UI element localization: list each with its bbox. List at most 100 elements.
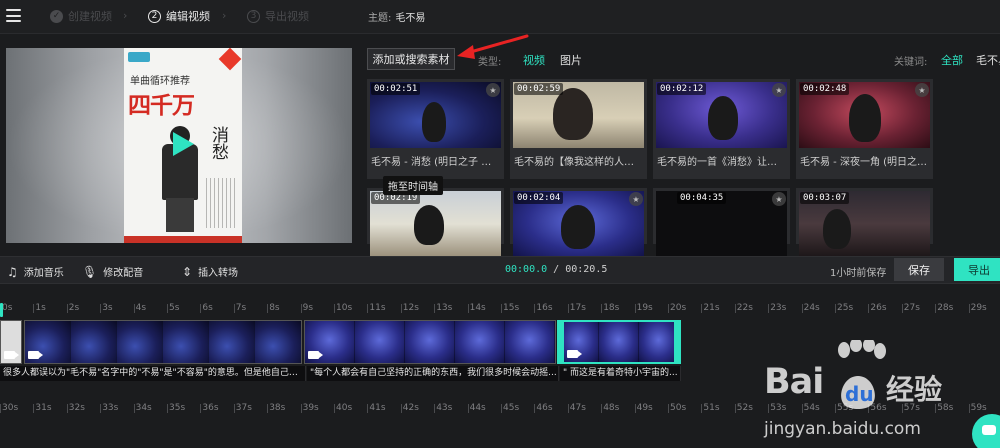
- ruler-tick: 2s: [66, 303, 80, 313]
- ruler-tick: 18s: [601, 303, 620, 313]
- media-card[interactable]: 00:02:04 ★: [510, 188, 647, 257]
- ruler-tick: 54s: [801, 403, 820, 413]
- tab-video[interactable]: 视频: [523, 52, 545, 68]
- edit-voiceover-button[interactable]: 🎙 修改配音: [82, 264, 144, 280]
- play-icon[interactable]: [168, 130, 196, 158]
- music-note-icon: ♫: [7, 264, 18, 279]
- ruler-tick: 23s: [768, 303, 787, 313]
- star-icon[interactable]: ★: [772, 83, 786, 97]
- ruler-tick: 22s: [734, 303, 753, 313]
- playback-time: 00:00.0 / 00:20.5: [505, 264, 607, 275]
- insert-transition-button[interactable]: ⇕ 插入转场: [182, 264, 238, 280]
- subtitle-track: 很多人都误以为"毛不易"名字中的"不易"是"不容易"的意思。但是他自己说：...…: [0, 366, 1000, 381]
- subtitle-segment[interactable]: 很多人都误以为"毛不易"名字中的"不易"是"不容易"的意思。但是他自己说：...: [0, 366, 306, 381]
- watermark-url: jingyan.baidu.com: [764, 419, 921, 439]
- media-card[interactable]: 00:03:07: [796, 188, 933, 257]
- ruler-tick: 36s: [200, 403, 219, 413]
- ruler-tick: 30s: [0, 403, 19, 413]
- topic: 主题: 毛不易: [368, 9, 425, 24]
- star-icon[interactable]: ★: [915, 83, 929, 97]
- ruler-tick: 49s: [634, 403, 653, 413]
- duration-label: 00:02:04: [514, 192, 564, 204]
- tab-image[interactable]: 图片: [560, 52, 582, 68]
- ruler-tick: 52s: [734, 403, 753, 413]
- ruler-tick: 44s: [467, 403, 486, 413]
- media-card[interactable]: 00:02:48 ★ 毛不易 - 深夜一角 (明日之子...: [796, 79, 933, 179]
- ruler-tick: 53s: [768, 403, 787, 413]
- ruler-tick: 56s: [868, 403, 887, 413]
- ruler-tick: 29s: [968, 303, 987, 313]
- microphone-icon: 🎙: [82, 264, 98, 279]
- media-caption: 毛不易的一首《消愁》让杨幂...: [657, 157, 786, 168]
- ruler-tick: 13s: [434, 303, 453, 313]
- step-2-label: 编辑视频: [166, 10, 210, 23]
- video-clip[interactable]: [304, 320, 556, 364]
- ruler-tick: 17s: [567, 303, 586, 313]
- step-2-number: 2: [148, 9, 161, 23]
- duration-label: 00:02:59: [514, 83, 564, 95]
- ruler-tick: 51s: [701, 403, 720, 413]
- show-badge-icon: [218, 48, 242, 71]
- ruler-tick: 16s: [534, 303, 553, 313]
- ruler-tick: 5s: [166, 303, 180, 313]
- star-icon[interactable]: ★: [486, 83, 500, 97]
- star-icon[interactable]: ★: [772, 192, 786, 206]
- menu-icon[interactable]: [6, 9, 21, 22]
- ruler-tick: 7s: [233, 303, 247, 313]
- media-card[interactable]: 00:02:51 ★ 毛不易 - 消愁 (明日之子 第7期): [367, 79, 504, 179]
- add-or-search-media-button[interactable]: 添加或搜索素材: [367, 48, 455, 70]
- ruler-tick: 19s: [634, 303, 653, 313]
- media-card[interactable]: 00:02:59 毛不易的【像我这样的人】配上...: [510, 79, 647, 179]
- step-3-number: 3: [247, 9, 260, 23]
- ruler-tick: 12s: [400, 303, 419, 313]
- subtitle-segment[interactable]: "每个人都会有自己坚持的正确的东西，我们很多时候会动摇...: [307, 366, 559, 381]
- video-clip[interactable]: [24, 320, 302, 364]
- step-1-label: 创建视频: [68, 10, 112, 23]
- ruler-tick: 55s: [834, 403, 854, 413]
- clip-trim-handle-right[interactable]: [674, 322, 679, 362]
- ruler-tick: 10s: [333, 303, 353, 313]
- media-card[interactable]: 00:02:12 ★ 毛不易的一首《消愁》让杨幂...: [653, 79, 790, 179]
- ruler-tick: 47s: [567, 403, 586, 413]
- chat-bubble-icon[interactable]: [972, 414, 1000, 448]
- subtitle-segment[interactable]: " 而这是有着奇特小宇宙的...: [560, 366, 681, 381]
- media-card[interactable]: 00:04:35 ★: [653, 188, 790, 257]
- chevron-right-icon: ›: [123, 9, 128, 22]
- ruler-tick: 3s: [100, 303, 113, 313]
- channel-logo-icon: [128, 52, 150, 62]
- save-status: 1小时前保存: [830, 268, 887, 279]
- poster-small-print: [206, 178, 236, 228]
- video-preview[interactable]: 单曲循环推荐 四千万 消愁: [6, 48, 352, 243]
- keyword-all[interactable]: 全部: [941, 52, 963, 68]
- ruler-tick: 28s: [935, 303, 954, 313]
- keyword-mao-buyi[interactable]: 毛不易: [976, 52, 1000, 68]
- duration-label: 00:04:35: [677, 192, 727, 204]
- add-music-button[interactable]: ♫ 添加音乐: [7, 264, 64, 280]
- time-separator: /: [547, 264, 566, 275]
- topic-label: 主题:: [368, 13, 392, 24]
- ruler-tick: 20s: [667, 303, 687, 313]
- ruler-tick: 37s: [233, 403, 252, 413]
- timeline-ruler[interactable]: 0s 1s 2s 3s 4s 5s 6s 7s 8s 9s 10s 11s 12s 13s 14s 15s 16…: [0, 300, 1000, 316]
- ruler-tick: 35s: [166, 403, 186, 413]
- ruler-tick: 8s: [267, 303, 280, 313]
- video-clip-selected[interactable]: [557, 320, 681, 364]
- playhead[interactable]: [0, 303, 3, 317]
- ruler-tick: 25s: [834, 303, 854, 313]
- export-button[interactable]: 导出: [954, 258, 1000, 281]
- ruler-tick: 59s: [968, 403, 987, 413]
- ruler-tick: 48s: [601, 403, 620, 413]
- star-icon[interactable]: ★: [629, 192, 643, 206]
- edit-voiceover-label: 修改配音: [103, 268, 144, 279]
- ruler-tick: 1s: [33, 303, 46, 313]
- media-card[interactable]: 00:02:19: [367, 188, 504, 257]
- video-camera-icon: [28, 351, 43, 359]
- video-clip[interactable]: [0, 320, 22, 364]
- ruler-tick: 14s: [467, 303, 486, 313]
- timeline-ruler-lower[interactable]: 30s 31s 32s 33s 34s 35s 36s 37s 38s 39s 40s 41s 42s 4…: [0, 400, 1000, 416]
- video-camera-icon: [4, 351, 19, 359]
- step-3-label: 导出视频: [265, 10, 309, 23]
- clip-trim-handle-left[interactable]: [559, 322, 564, 362]
- save-button[interactable]: 保存: [894, 258, 944, 281]
- ruler-tick: 38s: [267, 403, 286, 413]
